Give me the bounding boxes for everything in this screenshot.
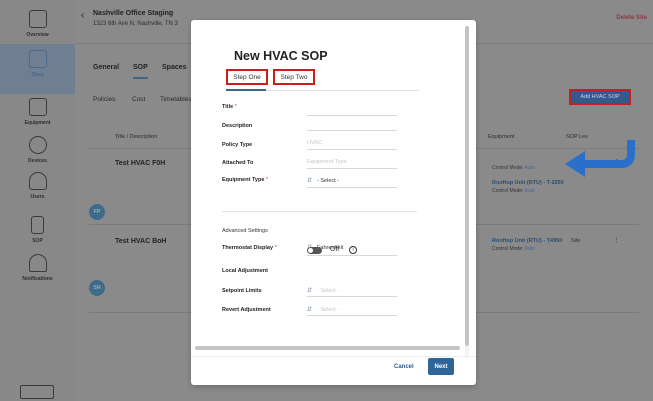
- local-adjustment-toggle[interactable]: [307, 247, 322, 254]
- site-name: Nashville Office Staging: [93, 10, 174, 17]
- building-icon: [28, 50, 47, 68]
- sidebar-item-label: Devices: [28, 158, 47, 164]
- devices-icon: [28, 136, 47, 154]
- tab-spaces[interactable]: Spaces: [162, 64, 187, 71]
- sidebar-collapse-icon[interactable]: [20, 385, 54, 399]
- column-header-title: Title / Description: [115, 134, 158, 140]
- equipment-control-mode: Control Mode: Auto: [492, 165, 535, 171]
- sidebar: Overview Sites Equipment Devices Users S…: [0, 0, 75, 401]
- tab-general[interactable]: General: [93, 64, 119, 71]
- sidebar-item-label: Overview: [26, 32, 49, 38]
- sop-row-title[interactable]: Test HVAC F0H: [115, 160, 165, 167]
- policy-type-label: Policy Type: [222, 142, 253, 148]
- sidebar-item-label: Notifications: [22, 276, 53, 282]
- equipment-control-mode: Control Mode: Auto: [492, 188, 535, 194]
- sidebar-item-label: Equipment: [24, 120, 51, 126]
- delete-site-button[interactable]: Delete Site: [616, 15, 647, 21]
- attached-to-field: Equipment Type: [307, 159, 397, 169]
- next-button[interactable]: Next: [428, 358, 454, 375]
- setpoint-limits-select[interactable]: ⇵ - Select -: [307, 287, 397, 297]
- subtab-timetables[interactable]: Timetables: [160, 96, 192, 103]
- sop-row-title[interactable]: Test HVAC BoH: [115, 238, 166, 245]
- row-menu-icon[interactable]: ⋮: [613, 236, 620, 244]
- site-address: 1323 6th Ave N, Nashville, TN 3: [93, 21, 178, 27]
- title-label: Title *: [222, 104, 237, 110]
- tab-sop[interactable]: SOP: [133, 64, 148, 79]
- sidebar-item-label: SOP: [32, 238, 43, 244]
- revert-adjustment-label: Revert Adjustment: [222, 307, 271, 313]
- equipment-link[interactable]: Rooftop Unit (RTU) - T4950: [492, 238, 562, 244]
- step-tabs-active-indicator: [226, 89, 266, 91]
- equipment-icon: [28, 98, 47, 116]
- modal-scrollbar-thumb[interactable]: [465, 26, 469, 346]
- subtab-policies[interactable]: Policies: [93, 96, 115, 103]
- avatar: FP: [89, 204, 105, 220]
- modal-footer-divider: [191, 356, 476, 357]
- sidebar-item-users[interactable]: Users: [0, 172, 75, 218]
- chevron-left-icon[interactable]: ‹: [81, 10, 84, 21]
- subtab-cost[interactable]: Cost: [132, 96, 145, 103]
- bell-gear-icon: [28, 254, 47, 272]
- equipment-link[interactable]: Rooftop Unit (RTU) - T-2050: [492, 180, 564, 186]
- add-hvac-sop-button[interactable]: Add HVAC SOP: [569, 89, 631, 105]
- thermostat-display-label: Thermostat Display *: [222, 245, 277, 251]
- equipment-type-select[interactable]: ⇵ - Select -: [307, 177, 397, 188]
- sidebar-item-label: Sites: [31, 72, 44, 78]
- advanced-settings-heading: Advanced Settings: [222, 228, 268, 234]
- setpoint-limits-label: Setpoint Limits: [222, 288, 262, 294]
- description-input[interactable]: [307, 121, 397, 131]
- tab-step-two[interactable]: Step Two: [273, 69, 315, 85]
- select-arrows-icon: ⇵: [307, 307, 313, 313]
- select-arrows-icon: ⇵: [307, 288, 313, 294]
- sidebar-item-label: Users: [30, 194, 45, 200]
- modal-title: New HVAC SOP: [234, 49, 328, 63]
- users-icon: [28, 172, 47, 190]
- grid-icon: [28, 10, 47, 28]
- equipment-control-mode: Control Mode: Auto: [492, 246, 535, 252]
- sidebar-item-notifications[interactable]: Notifications: [0, 254, 75, 300]
- cancel-button[interactable]: Cancel: [394, 364, 414, 370]
- section-divider: [222, 211, 417, 212]
- attached-to-label: Attached To: [222, 160, 254, 166]
- description-label: Description: [222, 123, 253, 129]
- revert-adjustment-select[interactable]: ⇵ - Select -: [307, 306, 397, 316]
- sidebar-item-sites[interactable]: Sites: [0, 44, 75, 94]
- avatar: SR: [89, 280, 105, 296]
- annotation-arrow-icon: [565, 140, 635, 177]
- equipment-type-label: Equipment Type *: [222, 177, 269, 183]
- title-input[interactable]: [307, 106, 397, 116]
- sop-level: Site: [571, 238, 581, 244]
- toggle-knob: [308, 248, 313, 253]
- new-hvac-sop-modal: New HVAC SOP Step One Step Two Title * D…: [191, 20, 476, 385]
- sop-icon: [31, 216, 44, 234]
- column-header-equipment: Equipment: [488, 134, 515, 140]
- modal-horizontal-scrollbar[interactable]: [195, 346, 460, 350]
- local-adjustment-label: Local Adjustment: [222, 268, 268, 274]
- local-adjustment-state: Off: [330, 246, 340, 253]
- select-arrows-icon: ⇵: [307, 178, 313, 184]
- tab-step-one[interactable]: Step One: [226, 69, 268, 85]
- info-icon[interactable]: i: [349, 246, 357, 254]
- policy-type-field: HVAC: [307, 140, 397, 150]
